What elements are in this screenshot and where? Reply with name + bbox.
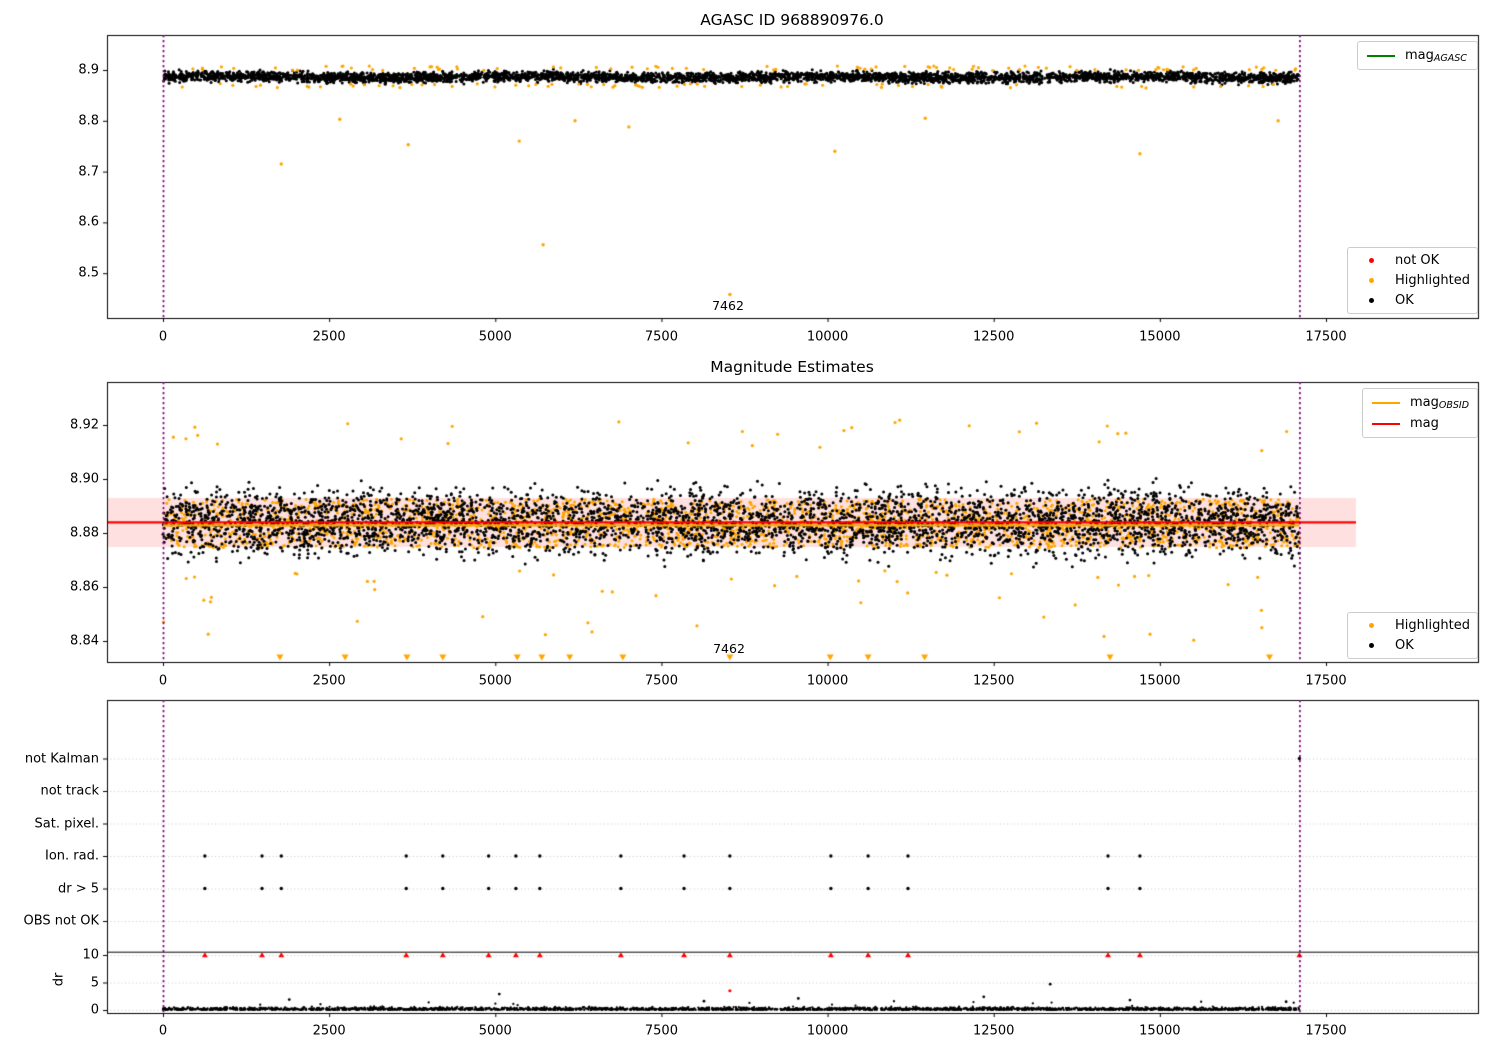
x-tick-label: 0 [158,1023,168,1039]
annotation-obsid-chart2: 7462 [713,641,745,656]
chart1-title: AGASC ID 968890976.0 [700,11,884,29]
y-tick-label: 8.90 [70,471,99,487]
x-tick-label: 2500 [312,1023,346,1039]
mag-agasc-line-swatch [1366,54,1396,57]
legend-mag-lines: magOBSID mag [1362,388,1478,438]
x-tick-label: 2500 [312,673,346,689]
mag-obsid-line-swatch [1371,401,1401,404]
x-tick-label: 7500 [644,329,678,345]
x-tick-label: 0 [158,673,168,689]
legend-label: magAGASC [1405,47,1467,64]
category-label: Sat. pixel. [34,816,99,831]
legend-label: magOBSID [1410,394,1470,411]
y-tick-label: 8.92 [70,417,99,433]
legend-chart1-markers: not OK Highlighted OK [1347,247,1478,314]
legend-row: magAGASC [1366,45,1469,66]
plot-canvas [0,0,1500,1050]
legend-row: not OK [1356,251,1469,271]
category-label: not Kalman [24,751,99,766]
not-ok-marker-swatch [1356,258,1386,264]
x-tick-label: 10000 [806,673,849,689]
legend-label: OK [1395,292,1414,308]
x-tick-label: 17500 [1305,1023,1347,1039]
legend-row: OK [1356,636,1469,656]
y-tick-label: 8.9 [78,62,99,78]
category-label: OBS not OK [23,913,100,929]
x-tick-label: 10000 [806,1023,849,1039]
x-tick-label: 2500 [312,329,346,345]
x-tick-label: 7500 [644,1023,678,1039]
y-tick-label: 8.88 [70,525,99,541]
x-tick-label: 15000 [1139,673,1181,689]
dr-tick-label: 0 [90,1002,99,1018]
x-tick-label: 0 [158,329,168,345]
mag-line-swatch [1371,422,1401,425]
ok-marker-swatch [1356,297,1386,303]
x-tick-label: 10000 [806,329,849,345]
dr-tick-label: 5 [90,975,99,990]
x-tick-label: 15000 [1139,329,1181,345]
x-tick-label: 12500 [973,673,1015,689]
x-tick-label: 7500 [644,673,678,689]
x-tick-label: 12500 [973,329,1015,345]
x-tick-label: 17500 [1305,673,1347,689]
dr-tick-label: 10 [82,947,99,963]
x-tick-label: 12500 [973,1023,1015,1039]
annotation-obsid-chart1: 7462 [712,298,744,313]
legend-row: Highlighted [1356,271,1470,291]
legend-mag-agasc: magAGASC [1357,41,1478,70]
x-tick-label: 5000 [478,329,512,345]
legend-row: mag [1371,413,1469,434]
legend-label: Highlighted [1395,618,1470,634]
legend-label: mag [1410,415,1439,431]
legend-label: OK [1395,637,1414,653]
y-tick-label: 8.84 [70,633,99,649]
y-tick-label: 8.86 [70,579,99,595]
x-tick-label: 5000 [478,673,512,689]
dr-axis-label: dr [51,972,67,987]
x-tick-label: 15000 [1139,1023,1181,1039]
highlighted-marker-swatch [1356,278,1386,283]
y-tick-label: 8.8 [78,113,99,129]
legend-label: not OK [1395,253,1440,269]
category-label: dr > 5 [57,881,99,896]
legend-row: OK [1356,290,1469,310]
legend-chart2-markers: Highlighted OK [1347,612,1478,659]
category-label: Ion. rad. [45,848,99,864]
chart2-title: Magnitude Estimates [710,358,874,376]
x-tick-label: 17500 [1305,329,1347,345]
figure: AGASC ID 968890976.0 Magnitude Estimates… [0,0,1500,1050]
highlighted-marker-swatch [1356,623,1386,629]
ok-marker-swatch [1356,642,1386,648]
y-tick-label: 8.7 [78,164,99,180]
y-tick-label: 8.5 [78,265,99,281]
x-tick-label: 5000 [478,1023,512,1039]
legend-label: Highlighted [1395,273,1470,288]
legend-row: Highlighted [1356,616,1470,636]
legend-row: magOBSID [1371,392,1469,413]
category-label: not track [40,783,99,799]
y-tick-label: 8.6 [78,214,99,230]
